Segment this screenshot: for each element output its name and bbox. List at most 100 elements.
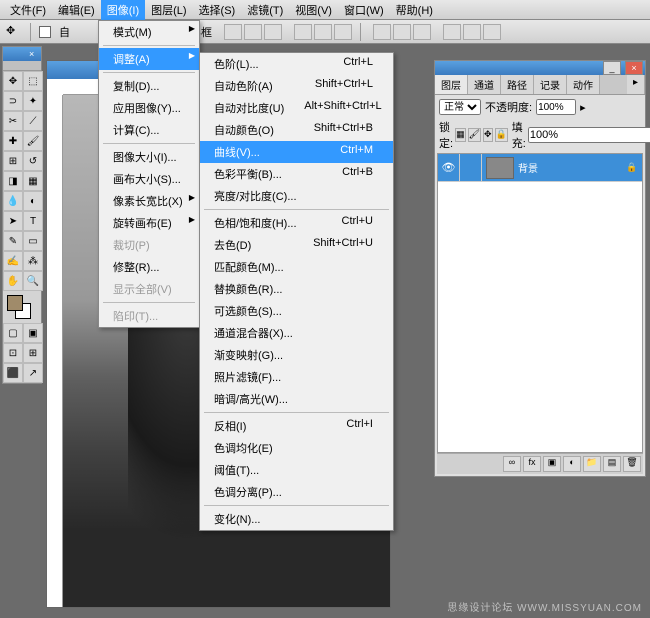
panel-titlebar[interactable]: _ ×	[435, 61, 645, 75]
tool-brush[interactable]: 🖌	[23, 131, 43, 151]
panel-menu-icon[interactable]: ▸	[627, 75, 645, 94]
tool-slice[interactable]: ⟋	[23, 111, 43, 131]
tool-lasso[interactable]: ⊃	[3, 91, 23, 111]
link-toggle[interactable]	[460, 154, 482, 181]
menu-item-calculations[interactable]: 计算(C)...	[99, 119, 199, 141]
lock-transparency-icon[interactable]: ▦	[455, 128, 466, 142]
menu-file[interactable]: 文件(F)	[4, 0, 52, 20]
tool-marquee[interactable]: ⬚	[23, 71, 43, 91]
menu-item-auto-color[interactable]: 自动颜色(O)Shift+Ctrl+B	[200, 119, 393, 141]
menu-item-replace-color[interactable]: 替换颜色(R)...	[200, 278, 393, 300]
distribute-btn[interactable]	[443, 24, 461, 40]
tool-heal[interactable]: ✚	[3, 131, 23, 151]
menu-item-duplicate[interactable]: 复制(D)...	[99, 75, 199, 97]
distribute-btn[interactable]	[413, 24, 431, 40]
menu-item-channel-mixer[interactable]: 通道混合器(X)...	[200, 322, 393, 344]
menu-item-adjustments[interactable]: 调整(A)	[99, 48, 199, 70]
screen-full[interactable]: ⬛	[3, 363, 23, 383]
auto-select-checkbox[interactable]	[39, 26, 51, 38]
screen-standard[interactable]: ⊡	[3, 343, 23, 363]
toolbox-close-icon[interactable]: ×	[29, 49, 39, 59]
screen-full-menubar[interactable]: ⊞	[23, 343, 43, 363]
jump-to[interactable]: ↗	[23, 363, 43, 383]
menu-item-match-color[interactable]: 匹配颜色(M)...	[200, 256, 393, 278]
quickmask-off[interactable]: ▢	[3, 323, 23, 343]
menu-item-desaturate[interactable]: 去色(D)Shift+Ctrl+U	[200, 234, 393, 256]
tool-history-brush[interactable]: ↺	[23, 151, 43, 171]
tab-channels[interactable]: 通道	[468, 75, 501, 94]
align-btn[interactable]	[224, 24, 242, 40]
tool-pen[interactable]: ✎	[3, 231, 23, 251]
menu-item-photo-filter[interactable]: 照片滤镜(F)...	[200, 366, 393, 388]
tool-move[interactable]: ✥	[3, 71, 23, 91]
tool-wand[interactable]: ✦	[23, 91, 43, 111]
menu-image[interactable]: 图像(I)	[101, 0, 145, 20]
menu-item-threshold[interactable]: 阈值(T)...	[200, 459, 393, 481]
opacity-input[interactable]	[536, 99, 576, 115]
layer-mask-icon[interactable]: ▣	[543, 456, 561, 472]
menu-item-curves[interactable]: 曲线(V)...Ctrl+M	[200, 141, 393, 163]
align-btn[interactable]	[334, 24, 352, 40]
fill-input[interactable]	[528, 127, 650, 143]
panel-close-icon[interactable]: ×	[625, 61, 643, 75]
tab-history[interactable]: 记录	[534, 75, 567, 94]
menu-item-selective-color[interactable]: 可选颜色(S)...	[200, 300, 393, 322]
distribute-btn[interactable]	[463, 24, 481, 40]
layer-thumbnail[interactable]	[486, 157, 514, 179]
new-layer-icon[interactable]: ▤	[603, 456, 621, 472]
distribute-btn[interactable]	[373, 24, 391, 40]
tab-actions[interactable]: 动作	[567, 75, 600, 94]
align-btn[interactable]	[244, 24, 262, 40]
tool-hand[interactable]: ✋	[3, 271, 23, 291]
menu-item-levels[interactable]: 色阶(L)...Ctrl+L	[200, 53, 393, 75]
align-btn[interactable]	[294, 24, 312, 40]
menu-item-mode[interactable]: 模式(M)	[99, 21, 199, 43]
foreground-color[interactable]	[7, 295, 23, 311]
menu-item-posterize[interactable]: 色调分离(P)...	[200, 481, 393, 503]
menu-item-rotate-canvas[interactable]: 旋转画布(E)	[99, 212, 199, 234]
menu-item-image-size[interactable]: 图像大小(I)...	[99, 146, 199, 168]
menu-item-gradient-map[interactable]: 渐变映射(G)...	[200, 344, 393, 366]
menu-item-auto-contrast[interactable]: 自动对比度(U)Alt+Shift+Ctrl+L	[200, 97, 393, 119]
quickmask-on[interactable]: ▣	[23, 323, 43, 343]
menu-window[interactable]: 窗口(W)	[338, 0, 390, 20]
menu-help[interactable]: 帮助(H)	[390, 0, 439, 20]
menu-edit[interactable]: 编辑(E)	[52, 0, 101, 20]
tab-paths[interactable]: 路径	[501, 75, 534, 94]
link-layers-icon[interactable]: ∞	[503, 456, 521, 472]
panel-minimize-icon[interactable]: _	[603, 61, 621, 75]
tool-notes[interactable]: ✍	[3, 251, 23, 271]
layer-row[interactable]: 👁 背景 🔒	[438, 154, 642, 182]
blend-mode-select[interactable]: 正常	[439, 99, 481, 115]
tool-crop[interactable]: ✂	[3, 111, 23, 131]
menu-item-color-balance[interactable]: 色彩平衡(B)...Ctrl+B	[200, 163, 393, 185]
distribute-btn[interactable]	[393, 24, 411, 40]
menu-item-trim[interactable]: 修整(R)...	[99, 256, 199, 278]
layer-group-icon[interactable]: 📁	[583, 456, 601, 472]
lock-all-icon[interactable]: 🔒	[495, 128, 508, 142]
move-tool-icon[interactable]: ✥	[6, 24, 22, 40]
adjustment-layer-icon[interactable]: ◐	[563, 456, 581, 472]
menu-item-auto-levels[interactable]: 自动色阶(A)Shift+Ctrl+L	[200, 75, 393, 97]
tool-gradient[interactable]: ▦	[23, 171, 43, 191]
visibility-toggle[interactable]: 👁	[438, 154, 460, 181]
tool-blur[interactable]: 💧	[3, 191, 23, 211]
tool-shape[interactable]: ▭	[23, 231, 43, 251]
lock-pixels-icon[interactable]: 🖌	[468, 128, 481, 142]
menu-filter[interactable]: 滤镜(T)	[241, 0, 289, 20]
menu-view[interactable]: 视图(V)	[289, 0, 338, 20]
menu-item-brightness-contrast[interactable]: 亮度/对比度(C)...	[200, 185, 393, 207]
menu-item-shadow-highlight[interactable]: 暗调/高光(W)...	[200, 388, 393, 410]
menu-item-apply-image[interactable]: 应用图像(Y)...	[99, 97, 199, 119]
delete-layer-icon[interactable]: 🗑	[623, 456, 641, 472]
tab-layers[interactable]: 图层	[435, 75, 468, 94]
align-btn[interactable]	[314, 24, 332, 40]
layer-style-icon[interactable]: fx	[523, 456, 541, 472]
tool-type[interactable]: T	[23, 211, 43, 231]
tool-path-select[interactable]: ➤	[3, 211, 23, 231]
layer-name[interactable]: 背景	[518, 160, 626, 175]
align-btn[interactable]	[264, 24, 282, 40]
menu-item-hue-saturation[interactable]: 色相/饱和度(H)...Ctrl+U	[200, 212, 393, 234]
menu-item-equalize[interactable]: 色调均化(E)	[200, 437, 393, 459]
menu-item-canvas-size[interactable]: 画布大小(S)...	[99, 168, 199, 190]
